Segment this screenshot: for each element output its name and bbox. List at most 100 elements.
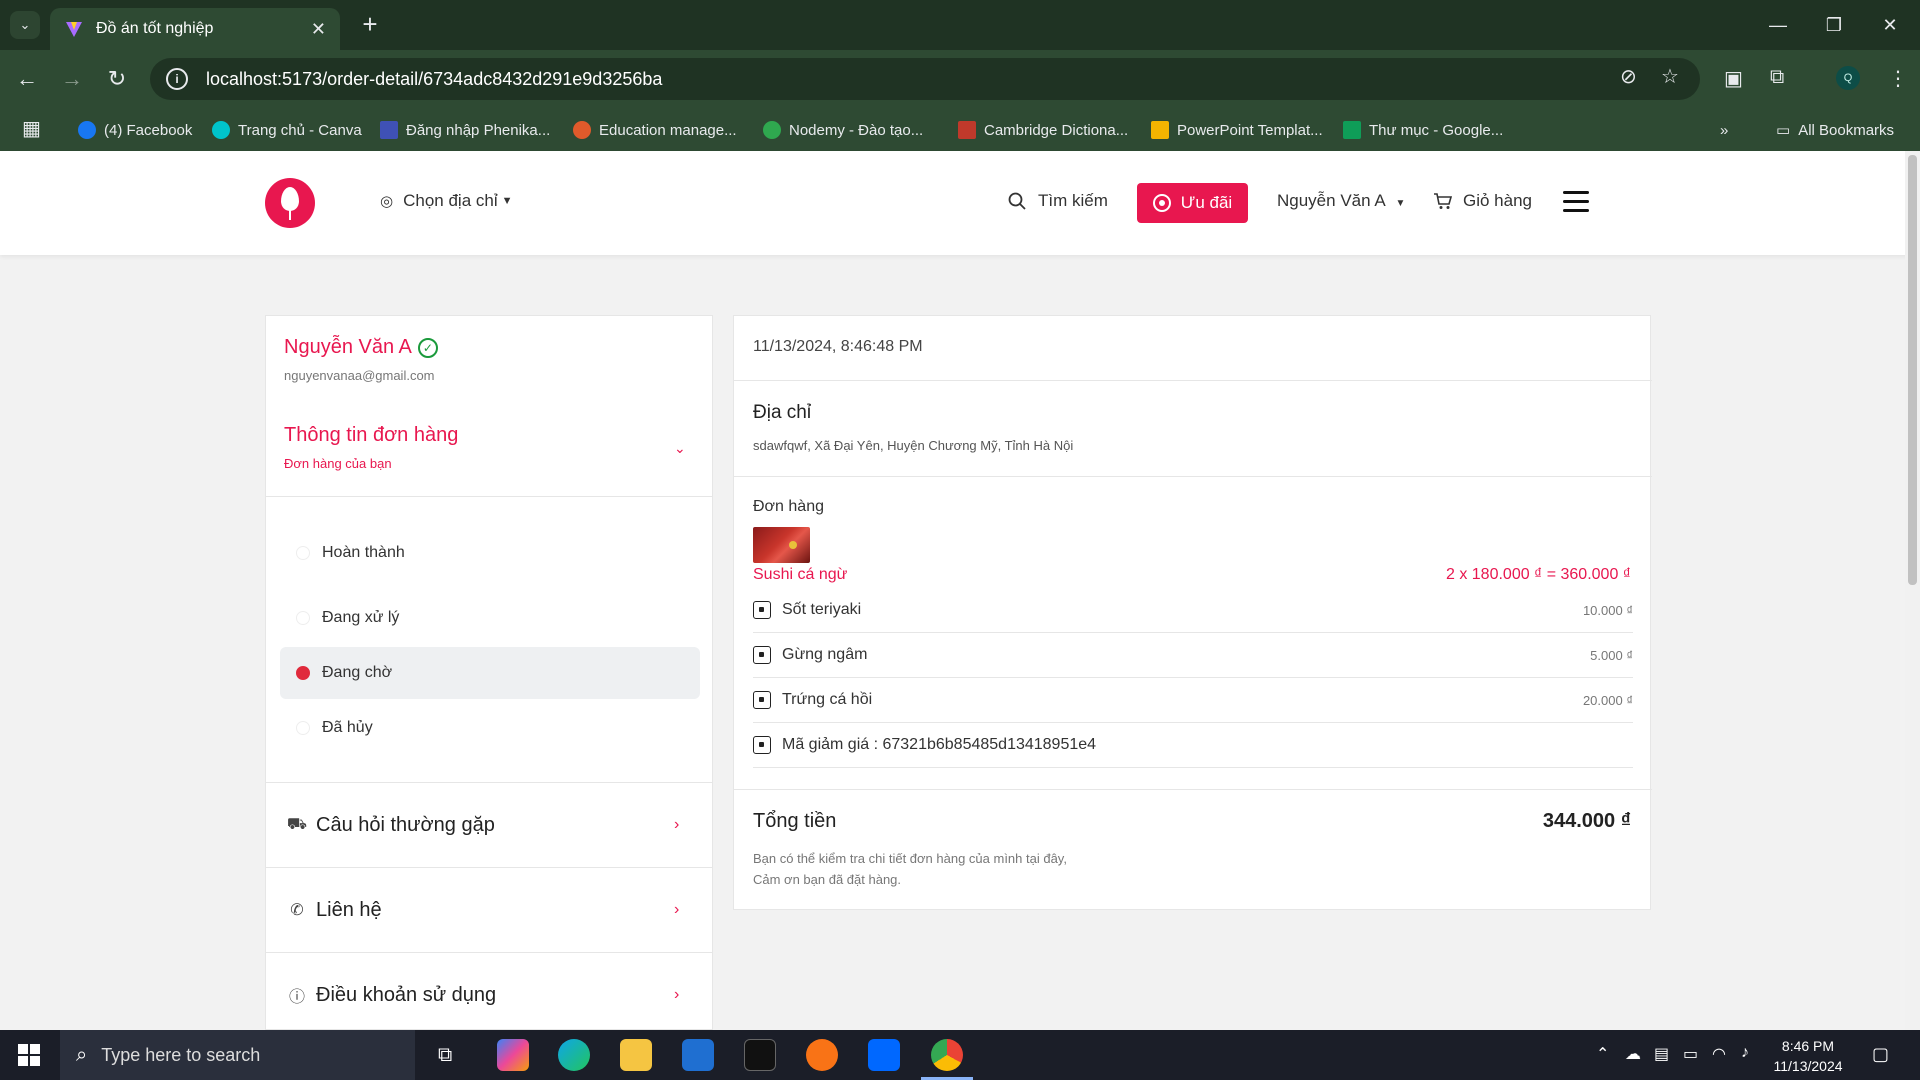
order-detail-card: 11/13/2024, 8:46:48 PM Địa chỉ sdawfqwf,… xyxy=(733,315,1652,910)
file-explorer-icon[interactable] xyxy=(620,1039,652,1071)
forward-button[interactable]: → xyxy=(57,64,87,94)
bookmark-phenikaa[interactable]: Đăng nhập Phenika... xyxy=(380,119,550,141)
canva-icon xyxy=(212,121,230,139)
status-filter-processing[interactable]: Đang xử lý xyxy=(280,592,700,644)
windows-taskbar: ⌕ Type here to search ⧉ ⌃ ☁ ▤ ▭ ◠ ♪ 8:46… xyxy=(0,1030,1920,1080)
scrollbar-thumb[interactable] xyxy=(1908,155,1917,585)
terms-link[interactable]: ⓘ Điều khoản sử dụng › xyxy=(266,953,712,1029)
notification-icon[interactable]: ▢ xyxy=(1872,1044,1889,1065)
profile-name: Nguyễn Văn A ✓ xyxy=(284,336,438,359)
cart-icon xyxy=(1434,193,1453,209)
bookmark-google-folder[interactable]: Thư mục - Google... xyxy=(1343,119,1503,141)
bookmark-education[interactable]: Education manage... xyxy=(573,119,737,141)
nodemy-icon xyxy=(763,121,781,139)
option-row: Trứng cá hồi 20.000 ₫ xyxy=(753,678,1633,723)
vscode-icon[interactable] xyxy=(682,1039,714,1071)
address-bar[interactable]: i localhost:5173/order-detail/6734adc843… xyxy=(150,58,1700,100)
reload-button[interactable]: ↻ xyxy=(102,64,132,94)
coupon-row: Mã giảm giá : 67321b6b85485d13418951e4 xyxy=(753,723,1633,768)
extensions-icon[interactable]: ⧉ xyxy=(1770,66,1784,89)
browser-tab-strip: ⌄ Đồ án tốt nghiệp ✕ + — ❐ ✕ xyxy=(0,0,1920,50)
zalo-icon[interactable] xyxy=(868,1039,900,1071)
order-datetime: 11/13/2024, 8:46:48 PM xyxy=(753,338,923,355)
user-menu[interactable]: Nguyễn Văn A ▼ xyxy=(1277,191,1405,211)
restore-button[interactable]: ❐ xyxy=(1814,10,1854,40)
task-view-icon[interactable]: ⧉ xyxy=(438,1044,452,1067)
bookmark-canva[interactable]: Trang chủ - Canva xyxy=(212,119,362,141)
volume-icon[interactable]: ♪ xyxy=(1741,1044,1749,1062)
chevron-right-icon: › xyxy=(674,986,680,1003)
checkbox-icon xyxy=(753,736,771,754)
order-info-heading[interactable]: Thông tin đơn hàng xyxy=(284,424,458,447)
close-window-button[interactable]: ✕ xyxy=(1870,10,1910,40)
vite-favicon-icon xyxy=(66,22,82,37)
google-drive-icon xyxy=(1343,121,1361,139)
hamburger-menu-icon[interactable] xyxy=(1563,191,1589,213)
bookmark-powerpoint[interactable]: PowerPoint Templat... xyxy=(1151,119,1323,141)
postman-icon[interactable] xyxy=(806,1039,838,1071)
browser-menu-icon[interactable]: ⋮ xyxy=(1888,66,1908,91)
google-drive-icon xyxy=(1151,121,1169,139)
chevron-down-icon[interactable]: ⌄ xyxy=(674,440,686,457)
search-icon: ⌕ xyxy=(76,1043,88,1066)
phone-icon: ✆ xyxy=(290,902,304,919)
option-row: Gừng ngâm 5.000 ₫ xyxy=(753,633,1633,678)
chrome-icon[interactable] xyxy=(921,1039,973,1080)
cast-icon[interactable]: ▣ xyxy=(1724,66,1743,91)
promo-icon xyxy=(1152,194,1171,212)
search-icon xyxy=(1008,192,1026,210)
minimize-button[interactable]: — xyxy=(1758,10,1798,40)
bookmark-nodemy[interactable]: Nodemy - Đào tạo... xyxy=(763,119,923,141)
bookmark-facebook[interactable]: (4) Facebook xyxy=(78,119,192,141)
tab-close-icon[interactable]: ✕ xyxy=(311,19,326,40)
edge-icon[interactable] xyxy=(558,1039,590,1071)
terminal-icon[interactable] xyxy=(744,1039,776,1071)
back-button[interactable]: ← xyxy=(12,64,42,94)
site-header: ◎ Chọn địa chỉ ▼ Tìm kiếm Ưu đãi Nguyễn … xyxy=(0,151,1920,255)
site-logo[interactable] xyxy=(265,178,315,228)
taskbar-search[interactable]: ⌕ Type here to search xyxy=(60,1030,415,1080)
apps-grid-icon[interactable]: ▦ xyxy=(22,116,41,141)
browser-toolbar: ← → ↻ i localhost:5173/order-detail/6734… xyxy=(0,50,1920,108)
product-thumbnail xyxy=(753,527,810,563)
bookmark-star-icon[interactable]: ☆ xyxy=(1661,64,1679,89)
taskbar-clock[interactable]: 8:46 PM 11/13/2024 xyxy=(1768,1036,1848,1076)
facebook-icon xyxy=(78,121,96,139)
onedrive-icon[interactable]: ☁ xyxy=(1625,1044,1641,1064)
tracking-protection-icon[interactable]: ⊘ xyxy=(1620,64,1637,89)
new-tab-button[interactable]: + xyxy=(355,10,385,40)
all-bookmarks[interactable]: ▭ All Bookmarks xyxy=(1776,119,1894,141)
site-info-icon[interactable]: i xyxy=(166,68,188,90)
copilot-icon[interactable] xyxy=(497,1039,529,1071)
address-heading: Địa chỉ xyxy=(753,402,812,423)
battery-icon[interactable]: ▭ xyxy=(1683,1044,1698,1064)
radio-dot-icon xyxy=(296,666,310,680)
profile-avatar[interactable]: Q xyxy=(1836,66,1860,90)
bookmark-cambridge[interactable]: Cambridge Dictiona... xyxy=(958,119,1128,141)
tab-search-button[interactable]: ⌄ xyxy=(10,11,40,39)
page-scrollbar[interactable] xyxy=(1905,151,1920,1030)
promo-button[interactable]: Ưu đãi xyxy=(1137,183,1248,223)
browser-tab[interactable]: Đồ án tốt nghiệp ✕ xyxy=(50,8,340,50)
radio-dot-icon xyxy=(296,721,310,735)
tray-chevron-up-icon[interactable]: ⌃ xyxy=(1596,1044,1609,1064)
checkbox-icon xyxy=(753,691,771,709)
status-filter-completed[interactable]: Hoàn thành xyxy=(280,527,700,579)
more-bookmarks-icon[interactable]: » xyxy=(1720,119,1728,141)
caret-down-icon: ▼ xyxy=(1395,198,1406,209)
location-selector[interactable]: ◎ Chọn địa chỉ ▼ xyxy=(380,191,513,211)
cart-link[interactable]: Giỏ hàng xyxy=(1433,191,1532,211)
header-search[interactable]: Tìm kiếm xyxy=(1008,191,1108,211)
status-filter-pending[interactable]: Đang chờ xyxy=(280,647,700,699)
wifi-icon[interactable]: ◠ xyxy=(1712,1044,1726,1064)
checkbox-icon xyxy=(753,601,771,619)
order-info-subtitle: Đơn hàng của bạn xyxy=(284,456,392,471)
info-icon: ⓘ xyxy=(288,989,305,1006)
monitor-icon[interactable]: ▤ xyxy=(1654,1044,1669,1064)
faq-link[interactable]: ⛟ Câu hỏi thường gặp › xyxy=(266,783,712,867)
order-note: Bạn có thể kiểm tra chi tiết đơn hàng củ… xyxy=(753,851,1067,866)
status-filter-cancelled[interactable]: Đã hủy xyxy=(280,702,700,754)
contact-link[interactable]: ✆ Liên hệ › xyxy=(266,868,712,952)
radio-dot-icon xyxy=(296,546,310,560)
windows-start-icon[interactable] xyxy=(18,1044,40,1066)
